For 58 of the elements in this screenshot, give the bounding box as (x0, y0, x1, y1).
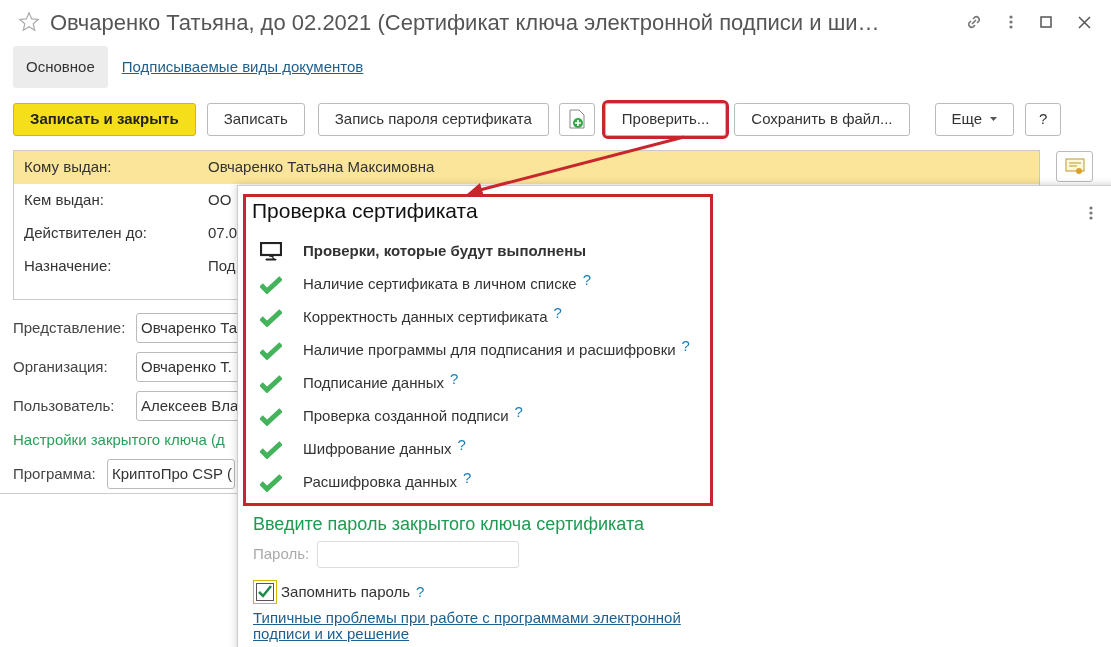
check-label: Наличие сертификата в личном списке (303, 274, 577, 295)
help-button[interactable]: ? (1025, 102, 1062, 136)
more-icon[interactable] (1008, 14, 1014, 30)
check-label: Подписание данных (303, 373, 444, 394)
section-title: Введите пароль закрытого ключа сертификата (253, 513, 645, 535)
toolbar-button[interactable]: Записать (206, 102, 305, 136)
checkbox[interactable] (253, 580, 277, 604)
field-value: ОО (208, 190, 232, 211)
field-value: Под (208, 256, 236, 277)
help-link[interactable]: ? (514, 401, 523, 424)
field-label: Пользователь: (13, 395, 116, 416)
help-link[interactable]: ? (553, 302, 562, 325)
certificate-icon (1064, 157, 1085, 176)
field-label: Пароль: (253, 543, 311, 564)
field-value: 07.0 (208, 223, 238, 244)
close-icon[interactable] (1078, 15, 1091, 29)
help-link[interactable]: ? (582, 269, 592, 292)
field-label: Кем выдан: (24, 190, 105, 211)
password-field[interactable] (317, 540, 519, 568)
field-label: Представление: (13, 317, 127, 338)
check-label: Шифрование данных (303, 439, 452, 460)
help-link[interactable]: ? (450, 368, 459, 391)
field-label: Кому выдан: (24, 157, 113, 178)
more-menu-button[interactable]: Еще (934, 102, 1015, 136)
toolbar-button[interactable]: Запись пароля сертификата (317, 102, 549, 136)
help-link[interactable]: ? (463, 467, 472, 490)
help-link[interactable]: ? (681, 335, 690, 358)
popup-title: Проверка сертификата (252, 198, 479, 224)
help-link[interactable]: ? (457, 434, 466, 457)
save-and-close-button[interactable]: Записать и закрыть (13, 102, 196, 136)
field-label: Назначение: (24, 256, 113, 277)
check-label: Наличие программы для подписания и расшифровки (303, 340, 676, 361)
toolbar-button[interactable]: Проверить... (604, 102, 727, 136)
add-document-button[interactable] (558, 102, 595, 136)
star-icon[interactable] (18, 11, 40, 33)
check-label: Корректность данных сертификата (303, 307, 548, 328)
tab[interactable]: Подписываемые виды документов (117, 46, 368, 88)
field-value: Овчаренко Татьяна Максимовна (208, 157, 435, 178)
section-heading: Проверки, которые будут выполнены (303, 241, 587, 262)
link[interactable]: Типичные проблемы при работе с программами электронной подписи и их решение (253, 610, 713, 642)
more-icon[interactable] (1088, 205, 1094, 221)
document-plus-icon (568, 109, 585, 129)
check-label: Расшифровка данных (303, 472, 458, 493)
maximize-icon[interactable] (1040, 16, 1052, 28)
section-title: Настройки закрытого ключа (д (13, 430, 225, 450)
toolbar-button[interactable]: Сохранить в файл... (734, 102, 910, 136)
caret-icon (990, 117, 998, 121)
input-field[interactable]: КриптоПро CSP ( (107, 459, 235, 489)
check-label: Проверка созданной подписи (303, 406, 509, 427)
help-link[interactable]: ? (416, 580, 425, 604)
field-label: Организация: (13, 356, 109, 377)
checkmark-icon (256, 583, 274, 601)
checkbox-label: Запомнить пароль (281, 581, 411, 602)
field-label: Действителен до: (24, 223, 148, 244)
monitor-icon (260, 242, 282, 261)
tab[interactable]: Основное (13, 46, 108, 88)
field-label: Программа: (13, 463, 97, 484)
window-title: Овчаренко Татьяна, до 02.2021 (Сертификат ключа электронной подписи и ши… (50, 8, 880, 37)
